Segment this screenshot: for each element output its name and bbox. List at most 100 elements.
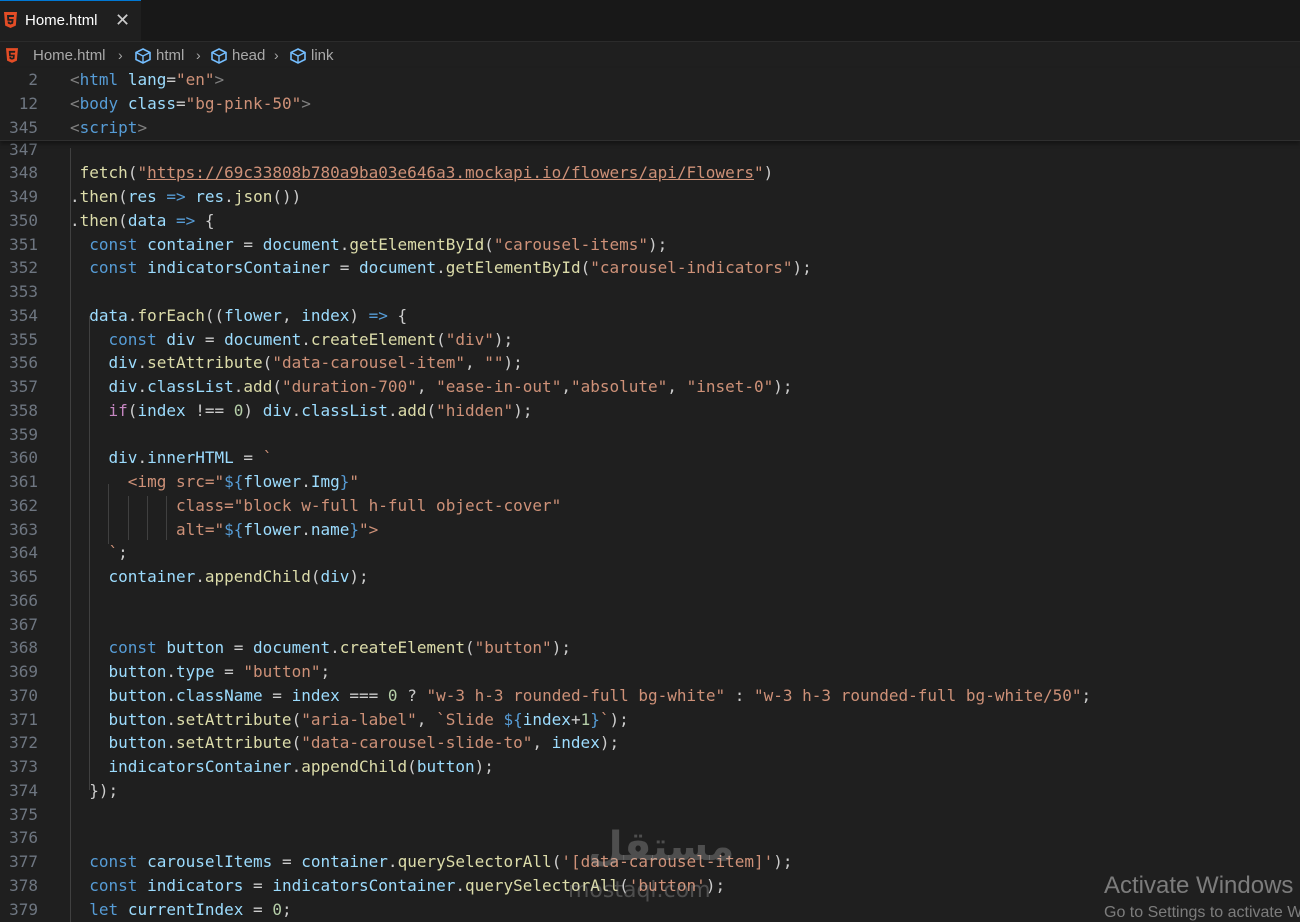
code-text: <script> <box>70 118 148 137</box>
code-line[interactable]: 347 <box>0 138 1300 162</box>
code-line[interactable]: 366 <box>0 589 1300 613</box>
line-number: 366 <box>9 591 38 610</box>
code-text: <body class="bg-pink-50"> <box>70 94 311 113</box>
code-text: button.type = "button"; <box>108 662 331 681</box>
line-number: 351 <box>9 235 38 254</box>
code-line[interactable]: 352 const indicatorsContainer = document… <box>0 256 1300 280</box>
code-text: indicatorsContainer.appendChild(button); <box>108 757 494 776</box>
tab-home-html[interactable]: Home.html ✕ <box>0 0 141 41</box>
code-text: button.setAttribute("aria-label", `Slide… <box>108 710 629 729</box>
code-text: button.setAttribute("data-carousel-slide… <box>108 733 620 752</box>
line-number: 369 <box>9 662 38 681</box>
line-number: 355 <box>9 330 38 349</box>
code-line[interactable]: 369 button.type = "button"; <box>0 660 1300 684</box>
code-line[interactable]: 367 <box>0 613 1300 637</box>
watermark-arabic: مستقل <box>588 824 735 870</box>
sticky-line[interactable]: 12 <body class="bg-pink-50"> <box>0 92 1300 116</box>
code-line[interactable]: 364 `; <box>0 541 1300 565</box>
code-line[interactable]: 365 container.appendChild(div); <box>0 565 1300 589</box>
code-line[interactable]: 360 div.innerHTML = ` <box>0 446 1300 470</box>
line-number: 353 <box>9 282 38 301</box>
code-text: div.innerHTML = ` <box>108 448 273 467</box>
line-number: 377 <box>9 852 38 871</box>
tab-label: Home.html <box>25 12 98 29</box>
code-text: .then(res => res.json()) <box>70 187 302 206</box>
sticky-scroll-header[interactable]: 2 <html lang="en"> 12 <body class="bg-pi… <box>0 68 1300 141</box>
code-line[interactable]: 374 }); <box>0 779 1300 803</box>
sticky-line[interactable]: 2 <html lang="en"> <box>0 68 1300 92</box>
code-text: const container = document.getElementByI… <box>89 235 668 254</box>
code-text: div.classList.add("duration-700", "ease-… <box>108 377 793 396</box>
code-line[interactable]: 349 .then(res => res.json()) <box>0 185 1300 209</box>
activate-windows-overlay: Activate Windows Go to Settings to activ… <box>1104 872 1300 921</box>
html5-icon <box>6 48 18 63</box>
element-icon <box>135 48 151 64</box>
chevron-right-icon: › <box>274 47 279 63</box>
code-line[interactable]: 363 alt="${flower.name}"> <box>0 518 1300 542</box>
breadcrumb-item-file[interactable]: Home.html <box>33 47 106 64</box>
code-line[interactable]: 348 fetch("https://69c33808b780a9ba03e64… <box>0 161 1300 185</box>
html5-icon <box>4 12 17 28</box>
watermark-latin: mostaql.com <box>568 878 711 903</box>
code-text: `; <box>108 543 128 562</box>
code-text: }); <box>70 781 119 800</box>
line-number: 358 <box>9 401 38 420</box>
code-text: let currentIndex = 0; <box>89 900 292 919</box>
line-number: 372 <box>9 733 38 752</box>
code-line[interactable]: 358 if(index !== 0) div.classList.add("h… <box>0 399 1300 423</box>
activate-windows-title: Activate Windows <box>1104 872 1294 899</box>
line-number: 352 <box>9 258 38 277</box>
code-line[interactable]: 361 <img src="${flower.Img}" <box>0 470 1300 494</box>
code-line[interactable]: 357 div.classList.add("duration-700", "e… <box>0 375 1300 399</box>
code-text: const div = document.createElement("div"… <box>108 330 514 349</box>
line-number: 365 <box>9 567 38 586</box>
code-text: <img src="${flower.Img}" <box>127 472 360 491</box>
element-icon <box>290 48 306 64</box>
line-number: 363 <box>9 520 38 539</box>
code-line[interactable]: 359 <box>0 423 1300 447</box>
code-text: div.setAttribute("data-carousel-item", "… <box>108 353 523 372</box>
code-line[interactable]: 355 const div = document.createElement("… <box>0 328 1300 352</box>
code-text: <html lang="en"> <box>70 70 225 89</box>
breadcrumb-item-head[interactable]: head <box>232 47 265 64</box>
close-icon[interactable]: ✕ <box>115 10 130 31</box>
line-number: 354 <box>9 306 38 325</box>
line-number: 378 <box>9 876 38 895</box>
code-line[interactable]: 362 class="block w-full h-full object-co… <box>0 494 1300 518</box>
line-number: 359 <box>9 425 38 444</box>
activate-windows-subtitle: Go to Settings to activate Windows. <box>1104 904 1300 921</box>
code-text: if(index !== 0) div.classList.add("hidde… <box>108 401 533 420</box>
breadcrumb-item-link[interactable]: link <box>311 47 334 64</box>
editor-tab-bar: Home.html ✕ <box>0 0 1300 42</box>
code-text: class="block w-full h-full object-cover" <box>175 496 562 515</box>
line-number: 370 <box>9 686 38 705</box>
line-number: 368 <box>9 638 38 657</box>
code-line[interactable]: 368 const button = document.createElemen… <box>0 636 1300 660</box>
line-number: 379 <box>9 900 38 919</box>
line-number: 367 <box>9 615 38 634</box>
line-number: 350 <box>9 211 38 230</box>
code-line[interactable]: 373 indicatorsContainer.appendChild(butt… <box>0 755 1300 779</box>
chevron-right-icon: › <box>196 47 201 63</box>
line-number: 362 <box>9 496 38 515</box>
code-text: const indicatorsContainer = document.get… <box>89 258 812 277</box>
line-number: 371 <box>9 710 38 729</box>
code-line[interactable]: 370 button.className = index === 0 ? "w-… <box>0 684 1300 708</box>
code-text: .then(data => { <box>70 211 215 230</box>
line-number: 361 <box>9 472 38 491</box>
sticky-line[interactable]: 345 <script> <box>0 116 1300 140</box>
element-icon <box>211 48 227 64</box>
code-line[interactable]: 372 button.setAttribute("data-carousel-s… <box>0 731 1300 755</box>
code-line[interactable]: 351 const container = document.getElemen… <box>0 233 1300 257</box>
code-line[interactable]: 350 .then(data => { <box>0 209 1300 233</box>
line-number: 360 <box>9 448 38 467</box>
code-line[interactable]: 354 data.forEach((flower, index) => { <box>0 304 1300 328</box>
line-number: 374 <box>9 781 38 800</box>
mostaql-watermark: مستقل mostaql.com <box>568 824 738 908</box>
breadcrumb-item-html[interactable]: html <box>156 47 184 64</box>
line-number: 375 <box>9 805 38 824</box>
code-line[interactable]: 371 button.setAttribute("aria-label", `S… <box>0 708 1300 732</box>
code-line[interactable]: 356 div.setAttribute("data-carousel-item… <box>0 351 1300 375</box>
code-line[interactable]: 353 <box>0 280 1300 304</box>
chevron-right-icon: › <box>118 47 123 63</box>
